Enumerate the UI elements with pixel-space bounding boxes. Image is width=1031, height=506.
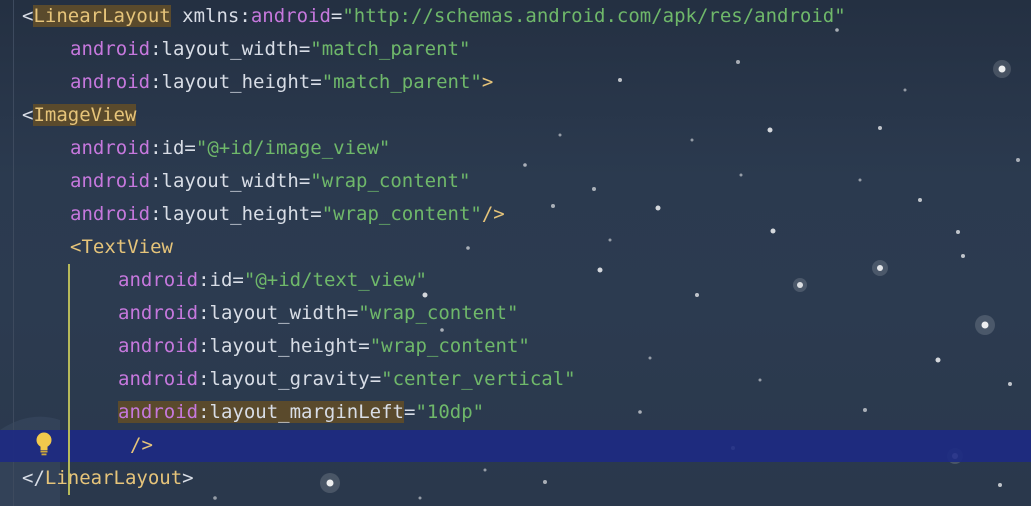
- code-token: ImageView: [33, 104, 137, 126]
- code-token: layout_gravity: [209, 368, 370, 390]
- code-token: id: [161, 137, 185, 159]
- code-line[interactable]: <ImageView: [22, 99, 137, 132]
- code-token: "wrap_content": [310, 170, 471, 192]
- code-token: :: [198, 302, 210, 324]
- code-token: id: [209, 269, 233, 291]
- lightbulb-icon[interactable]: [34, 431, 54, 457]
- code-token: android: [70, 71, 151, 93]
- code-token: android: [70, 170, 151, 192]
- code-token: </: [22, 467, 45, 489]
- code-token: =: [346, 302, 359, 324]
- code-token: />: [130, 434, 153, 456]
- code-token: TextView: [81, 236, 173, 258]
- code-token: "match_parent": [310, 38, 471, 60]
- code-token: =: [310, 203, 322, 225]
- code-token: android: [118, 302, 199, 324]
- code-token: =: [369, 368, 382, 390]
- code-token: =: [404, 401, 416, 423]
- code-token: =: [310, 71, 322, 93]
- code-token: xmlns: [170, 5, 240, 27]
- code-token: :: [198, 269, 210, 291]
- code-token: :: [150, 170, 162, 192]
- code-token: layout_width: [161, 170, 299, 192]
- code-token: =: [298, 170, 311, 192]
- current-line-highlight: [0, 430, 1031, 462]
- code-token: :: [150, 38, 162, 60]
- code-token: LinearLayout: [33, 5, 171, 27]
- code-token: layout_height: [209, 335, 359, 357]
- code-token: =: [358, 335, 370, 357]
- code-line[interactable]: android:id="@+id/image_view": [70, 132, 390, 165]
- code-line[interactable]: android:layout_gravity="center_vertical": [118, 363, 576, 396]
- code-token: =: [232, 269, 244, 291]
- code-token: android: [118, 269, 199, 291]
- code-token: :: [239, 5, 251, 27]
- code-token: layout_height: [161, 71, 311, 93]
- code-token: "10dp": [415, 401, 485, 423]
- code-line[interactable]: android:layout_width="wrap_content": [118, 297, 518, 330]
- code-line[interactable]: android:layout_width="match_parent": [70, 33, 470, 66]
- code-token: <: [22, 5, 34, 27]
- code-token: =: [184, 137, 196, 159]
- code-line[interactable]: android:layout_height="wrap_content"/>: [70, 198, 505, 231]
- code-token: <: [70, 236, 82, 258]
- code-token: "@+id/image_view": [195, 137, 391, 159]
- code-token: layout_width: [209, 302, 347, 324]
- code-token: :: [150, 137, 162, 159]
- code-line[interactable]: android:layout_height="wrap_content": [118, 330, 530, 363]
- code-line[interactable]: <LinearLayout xmlns:android="http://sche…: [22, 0, 846, 33]
- code-token: :: [198, 368, 210, 390]
- code-token: "wrap_content": [358, 302, 519, 324]
- code-token: :: [150, 71, 162, 93]
- code-token: android: [250, 5, 331, 27]
- code-token: "match_parent": [321, 71, 482, 93]
- code-line[interactable]: android:layout_height="match_parent">: [70, 66, 493, 99]
- code-token: android: [118, 401, 199, 423]
- code-token: layout_height: [161, 203, 311, 225]
- code-token: "http://schemas.android.com/apk/res/andr…: [342, 5, 846, 27]
- code-token: android: [70, 38, 151, 60]
- code-token: android: [118, 368, 199, 390]
- code-token: :: [150, 203, 162, 225]
- code-token: LinearLayout: [44, 467, 183, 489]
- code-token: >: [182, 467, 194, 489]
- code-token: android: [70, 137, 151, 159]
- code-line[interactable]: </LinearLayout>: [22, 462, 194, 495]
- code-token: "center_vertical": [381, 368, 576, 390]
- code-token: "wrap_content": [369, 335, 530, 357]
- code-token: layout_marginLeft: [209, 401, 404, 423]
- code-token: :: [198, 401, 210, 423]
- code-token: layout_width: [161, 38, 299, 60]
- code-token: android: [118, 335, 199, 357]
- code-token: android: [70, 203, 151, 225]
- code-line[interactable]: android:layout_width="wrap_content": [70, 165, 470, 198]
- code-token: =: [330, 5, 343, 27]
- code-token: />: [481, 203, 505, 225]
- code-token: "@+id/text_view": [243, 269, 427, 291]
- code-token: :: [198, 335, 210, 357]
- code-line[interactable]: <TextView: [70, 231, 173, 264]
- code-token: >: [481, 71, 494, 93]
- code-line[interactable]: android:id="@+id/text_view": [118, 264, 427, 297]
- code-line[interactable]: />: [130, 429, 153, 462]
- code-token: =: [298, 38, 311, 60]
- code-token: "wrap_content": [321, 203, 482, 225]
- code-line[interactable]: android:layout_marginLeft="10dp": [118, 396, 484, 429]
- indent-scope-guide: [68, 264, 70, 495]
- code-token: <: [22, 104, 34, 126]
